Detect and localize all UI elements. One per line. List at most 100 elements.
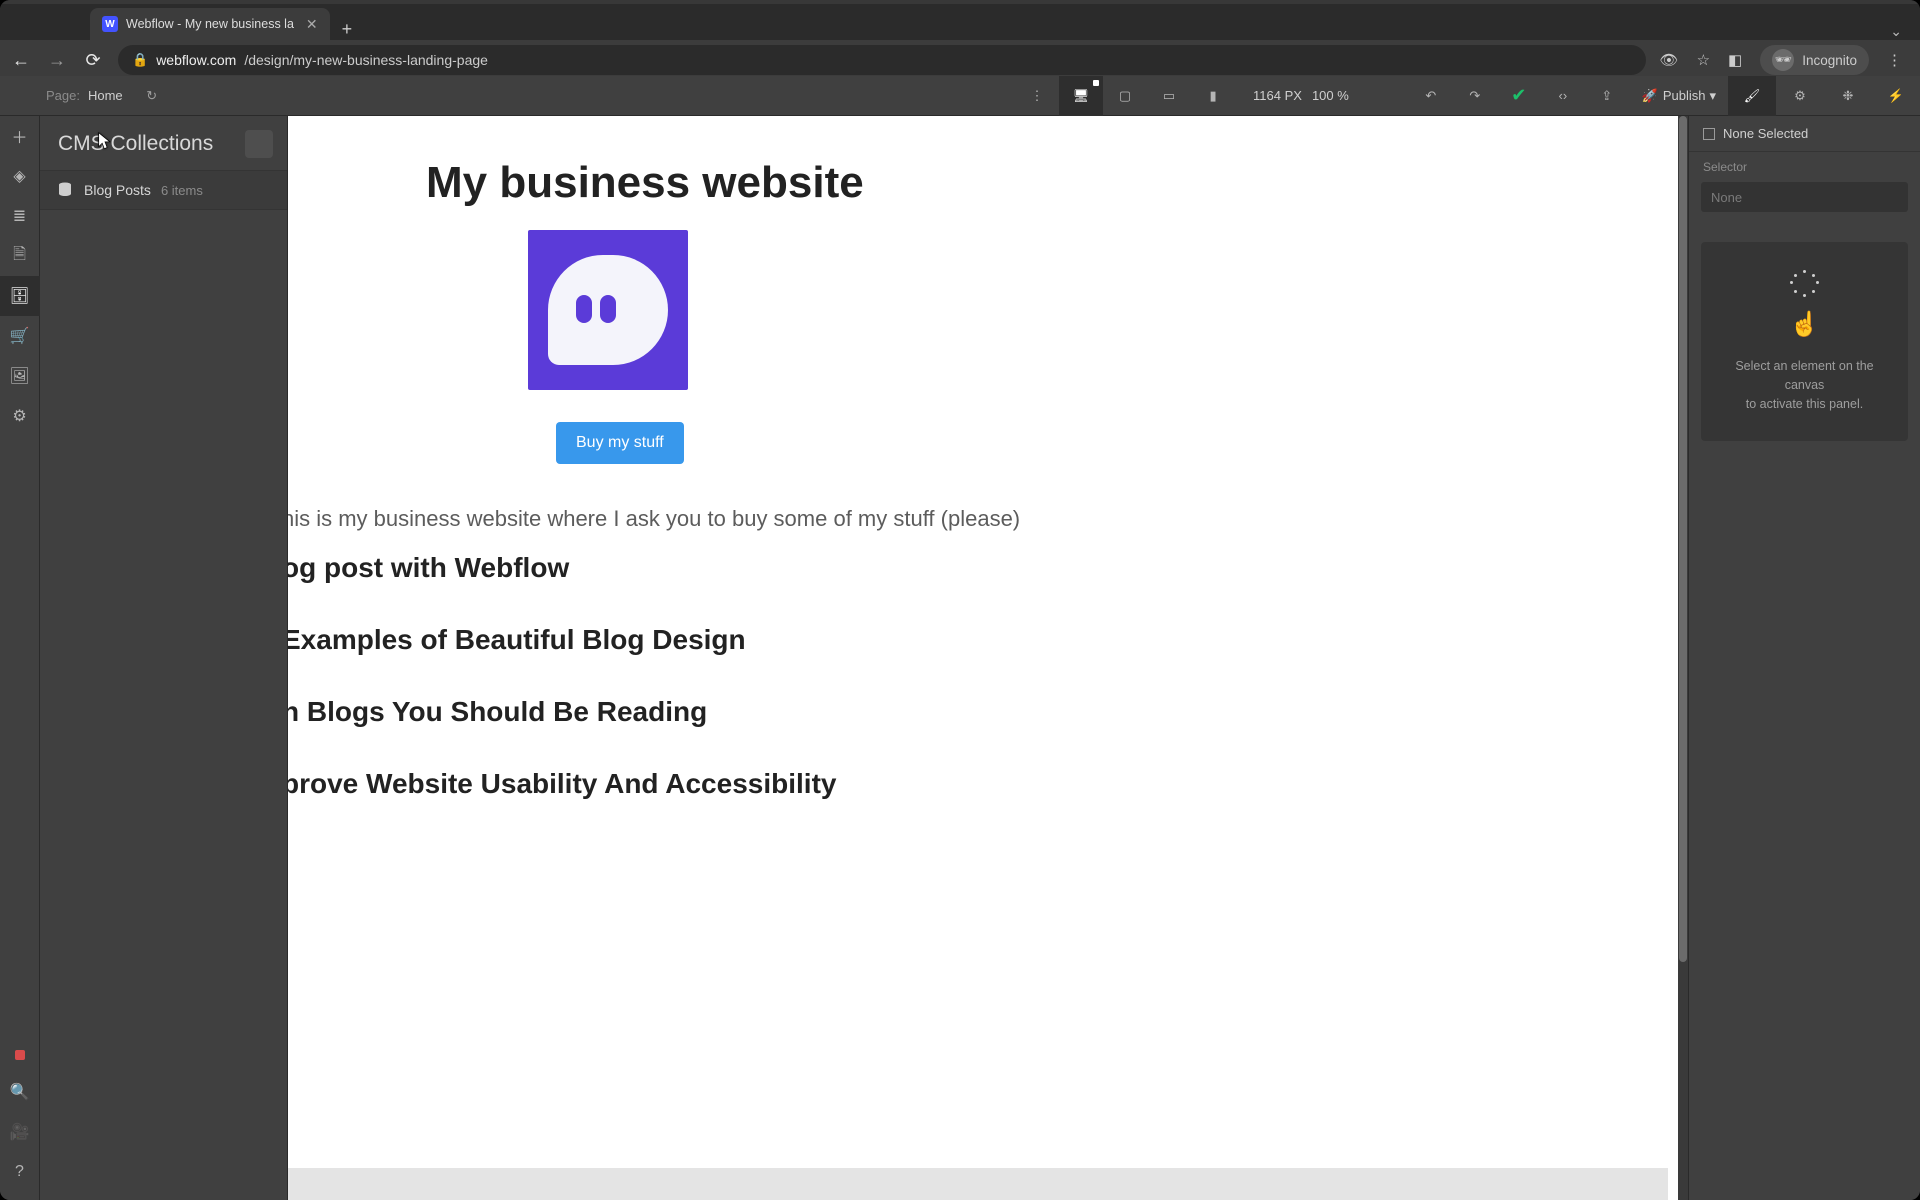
page-label: Page: <box>46 88 80 103</box>
restore-icon[interactable]: ↻ <box>143 87 161 105</box>
designer-topbar: Page: Home ↻ ⋮ 🖥 ▢ ▭ ▮ 1164 PX 100 % ↶ ↷… <box>0 76 1920 116</box>
device-landscape-button[interactable]: ▭ <box>1147 76 1191 116</box>
blog-heading[interactable]: og post with Webflow <box>288 552 1678 584</box>
blog-heading[interactable]: Examples of Beautiful Blog Design <box>288 624 1678 656</box>
desktop-icon: 🖥 <box>1072 87 1090 105</box>
collection-list-item[interactable]: Blog Posts 6 items <box>40 170 287 210</box>
blog-heading[interactable]: prove Website Usability And Accessibilit… <box>288 768 1678 800</box>
eye-off-icon[interactable]: 👁 <box>1660 51 1679 69</box>
tabs-overflow-icon[interactable]: ⌄ <box>1890 23 1920 40</box>
publish-icon: 🚀 <box>1641 87 1659 105</box>
pages-button[interactable]: 🗎 <box>0 236 40 276</box>
interactions-icon: ❉ <box>1839 87 1857 105</box>
audit-indicator[interactable] <box>15 1050 25 1060</box>
new-collection-button[interactable] <box>245 130 273 158</box>
canvas-area: My business website Buy my stuff his is … <box>288 116 1688 1200</box>
brush-icon: 🖌 <box>1743 87 1761 105</box>
share-button[interactable]: ⇪ <box>1585 76 1629 116</box>
browser-tab-strip: W Webflow - My new business la ✕ + ⌄ <box>0 4 1920 40</box>
page-name: Home <box>88 88 123 103</box>
canvas-width[interactable]: 1164 PX <box>1253 88 1302 103</box>
tablet-icon: ▢ <box>1116 87 1134 105</box>
add-element-button[interactable]: ＋ <box>0 116 40 156</box>
more-icon[interactable]: ⋮ <box>1015 76 1059 116</box>
search-button[interactable]: 🔍 <box>0 1072 40 1112</box>
browser-tab[interactable]: W Webflow - My new business la ✕ <box>90 8 330 40</box>
url-path: /design/my-new-business-landing-page <box>244 52 488 68</box>
settings-button[interactable]: ⚙ <box>0 396 40 436</box>
incognito-label: Incognito <box>1802 53 1857 68</box>
design-canvas[interactable]: My business website Buy my stuff his is … <box>288 116 1678 1200</box>
bookmark-star-icon[interactable]: ☆ <box>1697 51 1710 69</box>
assets-button[interactable]: 🖼 <box>0 356 40 396</box>
custom-code-button[interactable]: ‹› <box>1541 76 1585 116</box>
ghost-icon <box>548 255 668 365</box>
page-selector[interactable]: Page: Home <box>0 88 137 103</box>
database-icon: 🗄 <box>9 286 29 306</box>
device-viewport-group: 🖥 ▢ ▭ ▮ <box>1059 76 1235 116</box>
settings-panel-tab[interactable]: ⚙ <box>1776 76 1824 116</box>
pointer-hand-icon: ☝ <box>1717 270 1892 343</box>
browser-address-bar: ← → ⟳ 🔒 webflow.com/design/my-new-busine… <box>0 40 1920 80</box>
lock-icon: 🔒 <box>132 52 148 68</box>
bolt-icon: ⚡ <box>1887 87 1905 105</box>
selection-state: None Selected <box>1723 126 1808 141</box>
selector-section-label: Selector <box>1689 152 1920 178</box>
style-panel-tab[interactable]: 🖌 <box>1728 76 1776 116</box>
database-icon <box>56 181 74 199</box>
style-panel-empty-state: ☝ Select an element on the canvas to act… <box>1701 242 1908 441</box>
page-heading[interactable]: My business website <box>426 158 1678 208</box>
undo-button[interactable]: ↶ <box>1409 76 1453 116</box>
device-mobile-button[interactable]: ▮ <box>1191 76 1235 116</box>
url-host: webflow.com <box>156 52 236 68</box>
cta-button[interactable]: Buy my stuff <box>556 422 684 464</box>
video-tutorial-button[interactable]: 🎥 <box>0 1112 40 1152</box>
back-button[interactable]: ← <box>10 50 32 71</box>
effects-panel-tab[interactable]: ⚡ <box>1872 76 1920 116</box>
publish-label: Publish <box>1663 88 1706 103</box>
scroll-thumb[interactable] <box>1679 116 1687 962</box>
navigator-button[interactable]: ≣ <box>0 196 40 236</box>
collection-name: Blog Posts <box>84 182 151 198</box>
tablet-landscape-icon: ▭ <box>1160 87 1178 105</box>
blog-heading[interactable]: n Blogs You Should Be Reading <box>288 696 1678 728</box>
new-tab-button[interactable]: + <box>330 19 365 40</box>
canvas-footer-strip <box>288 1168 1668 1200</box>
selector-value: None <box>1711 190 1742 205</box>
symbols-button[interactable]: ◈ <box>0 156 40 196</box>
empty-line: Select an element on the canvas <box>1717 357 1892 395</box>
url-field[interactable]: 🔒 webflow.com/design/my-new-business-lan… <box>118 45 1646 75</box>
reload-button[interactable]: ⟳ <box>82 50 104 71</box>
left-icon-rail: W ＋ ◈ ≣ 🗎 🗄 🛒 🖼 ⚙ 🔍 🎥 ? <box>0 116 40 1200</box>
redo-button[interactable]: ↷ <box>1453 76 1497 116</box>
logo-image[interactable] <box>528 230 688 390</box>
publish-button[interactable]: 🚀 Publish ▾ <box>1629 87 1728 105</box>
device-tablet-button[interactable]: ▢ <box>1103 76 1147 116</box>
device-desktop-button[interactable]: 🖥 <box>1059 76 1103 116</box>
selector-field[interactable]: None <box>1701 182 1908 212</box>
canvas-scrollbar[interactable] <box>1678 116 1688 1200</box>
status-ok-icon[interactable]: ✔ <box>1497 76 1541 116</box>
body-paragraph[interactable]: his is my business website where I ask y… <box>288 506 1678 532</box>
tab-favicon: W <box>102 16 118 32</box>
panel-title: CMS Collections <box>58 132 213 156</box>
interactions-panel-tab[interactable]: ❉ <box>1824 76 1872 116</box>
collection-count: 6 items <box>161 183 203 198</box>
cms-button[interactable]: 🗄 <box>0 276 40 316</box>
kebab-menu-icon[interactable]: ⋮ <box>1887 51 1902 69</box>
incognito-badge[interactable]: 🕶 Incognito <box>1760 45 1869 75</box>
close-icon[interactable]: ✕ <box>306 16 318 33</box>
cms-collections-panel: CMS Collections Blog Posts 6 items <box>40 116 288 1200</box>
chevron-down-icon: ▾ <box>1709 88 1716 104</box>
canvas-zoom[interactable]: 100 % <box>1312 88 1349 103</box>
tab-title: Webflow - My new business la <box>126 17 294 31</box>
empty-line: to activate this panel. <box>1717 395 1892 414</box>
incognito-icon: 🕶 <box>1772 49 1794 71</box>
ecommerce-button[interactable]: 🛒 <box>0 316 40 356</box>
forward-button: → <box>46 50 68 71</box>
style-panel: None Selected Selector None ☝ Select an … <box>1688 116 1920 1200</box>
help-button[interactable]: ? <box>0 1152 40 1192</box>
selection-box-icon <box>1703 128 1715 140</box>
extensions-icon[interactable]: ◧ <box>1728 51 1742 69</box>
mobile-icon: ▮ <box>1204 87 1222 105</box>
